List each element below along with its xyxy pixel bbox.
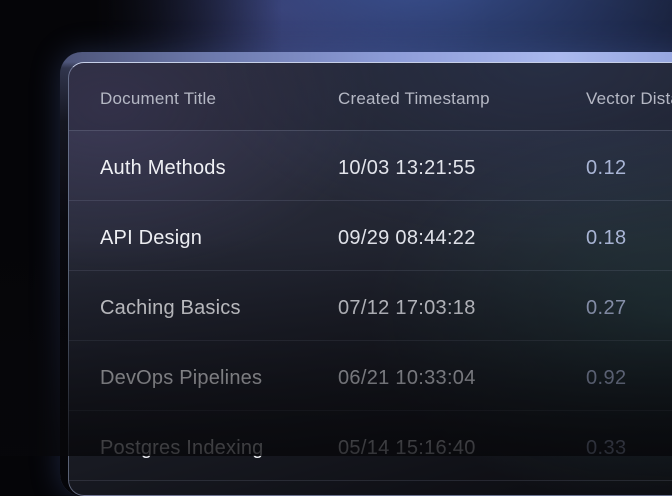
vector-distance: 0.92 [586,362,672,390]
vector-distance: 0.27 [586,292,672,320]
document-title: API Design [100,222,338,250]
created-timestamp: 05/14 15:16:40 [338,432,586,460]
table-row[interactable]: API Design 09/29 08:44:22 0.18 [69,201,672,271]
vector-distance: 0.33 [586,432,672,460]
table-row[interactable]: DevOps Pipelines 06/21 10:33:04 0.92 [69,341,672,411]
table-header-row: Document Title Created Timestamp Vector … [69,63,672,131]
table-row[interactable]: Postgres Indexing 05/14 15:16:40 0.33 [69,411,672,481]
table-row[interactable]: Auth Methods 10/03 13:21:55 0.12 [69,131,672,201]
column-header-vector-distance: Vector Distance [586,84,672,109]
created-timestamp: 07/12 17:03:18 [338,292,586,320]
table-row[interactable]: Caching Basics 07/12 17:03:18 0.27 [69,271,672,341]
documents-table-card: Document Title Created Timestamp Vector … [68,62,672,496]
created-timestamp: 09/29 08:44:22 [338,222,586,250]
document-title: Auth Methods [100,152,338,180]
document-title: Postgres Indexing [100,432,338,460]
document-title: DevOps Pipelines [100,362,338,390]
created-timestamp: 10/03 13:21:55 [338,152,586,180]
documents-table: Document Title Created Timestamp Vector … [69,63,672,481]
created-timestamp: 06/21 10:33:04 [338,362,586,390]
vector-distance: 0.18 [586,222,672,250]
column-header-document-title: Document Title [100,84,338,109]
vector-distance: 0.12 [586,152,672,180]
document-title: Caching Basics [100,292,338,320]
column-header-created-timestamp: Created Timestamp [338,84,586,109]
screenshot-root: { "table": { "columns": ["Document Title… [0,0,672,456]
